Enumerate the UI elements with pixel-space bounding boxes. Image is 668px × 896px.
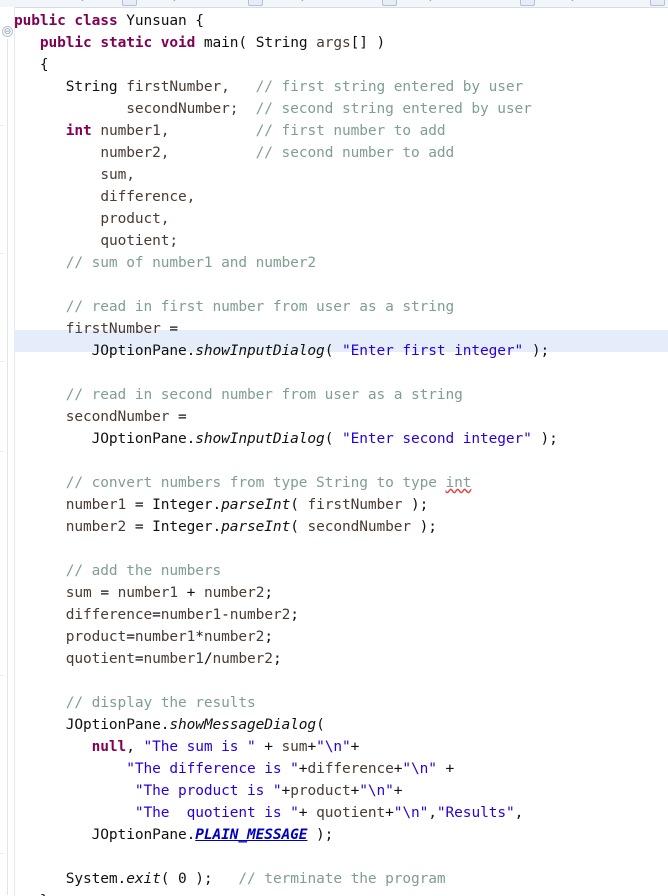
gutter-tick	[0, 451, 5, 452]
next-annotation-icon[interactable]	[382, 0, 397, 6]
code-surface[interactable]: public class Yunsuan { public static voi…	[14, 7, 668, 896]
forward-icon[interactable]	[520, 0, 535, 6]
back-icon[interactable]: ▸	[468, 0, 481, 4]
run-icon[interactable]: ▸	[28, 0, 41, 4]
gutter-tick	[0, 675, 5, 676]
collapse-method-marker[interactable]: ⊖	[2, 26, 13, 37]
search-icon[interactable]	[248, 0, 263, 6]
previous-annotation-icon[interactable]: ◆	[424, 0, 437, 4]
debug-icon[interactable]: ◆	[76, 0, 89, 4]
source-code[interactable]: public class Yunsuan { public static voi…	[14, 7, 558, 896]
gutter-tick	[0, 125, 5, 126]
gutter-tick	[0, 361, 5, 362]
code-editor-window[interactable]: ▸ ◆ ◆ ▸ ◆ ▸ ◆ ▸ ◆ ▸ ⊖ public class Yunsu…	[0, 0, 668, 896]
save-icon[interactable]	[122, 0, 137, 6]
print-icon[interactable]: ▸	[210, 0, 223, 4]
external-tools-icon[interactable]: ▸	[338, 0, 351, 4]
overflow-icon[interactable]	[650, 0, 665, 6]
gutter-tick	[0, 853, 5, 854]
forward-history-icon[interactable]: ◆	[566, 0, 579, 4]
gutter-tick	[0, 253, 5, 254]
fold-guide-line	[7, 39, 8, 895]
perspective-icon[interactable]: ▸	[612, 0, 625, 4]
editor-gutter[interactable]: ⊖	[0, 7, 15, 896]
new-icon[interactable]: ◆	[168, 0, 181, 4]
open-type-icon[interactable]: ◆	[296, 0, 309, 4]
